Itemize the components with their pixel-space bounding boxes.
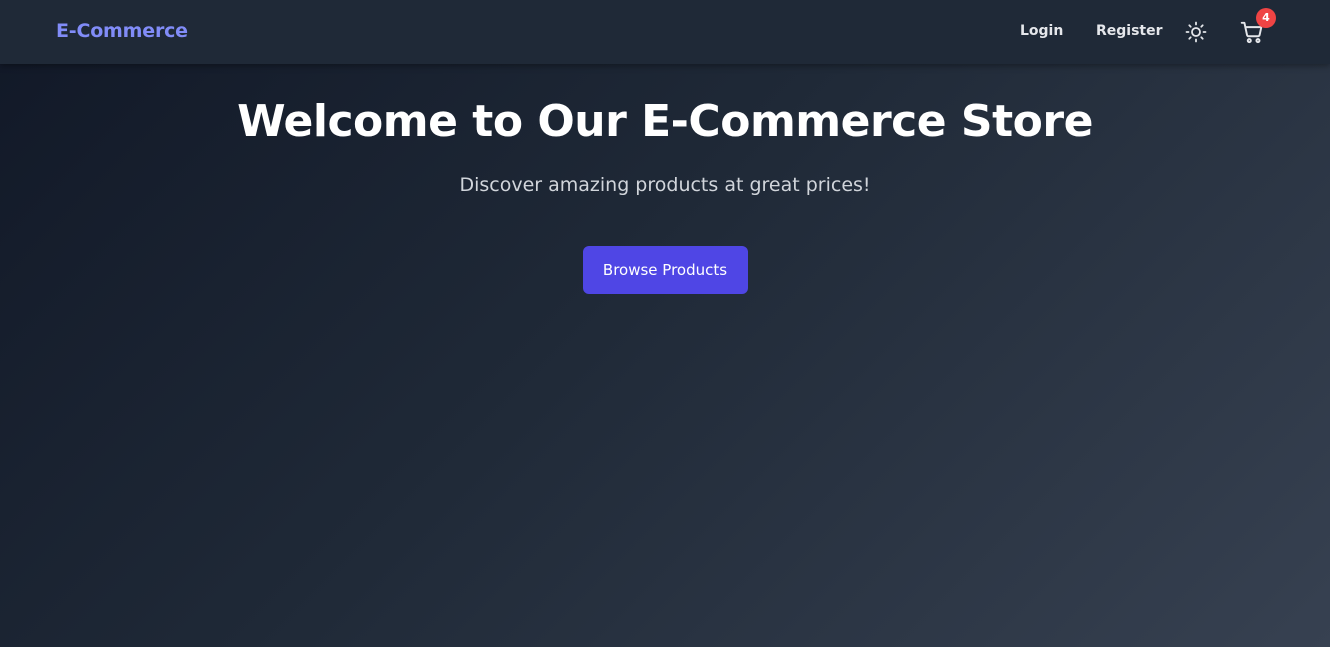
hero-section: Welcome to Our E-Commerce Store Discover…: [0, 64, 1330, 294]
login-link[interactable]: Login: [1020, 23, 1063, 39]
page: E-Commerce Login Register 4 Welcome to O…: [0, 0, 1330, 647]
hero-title: Welcome to Our E-Commerce Store: [237, 96, 1093, 147]
brand-logo[interactable]: E-Commerce: [56, 20, 188, 42]
navbar: E-Commerce Login Register 4: [0, 0, 1330, 64]
browse-products-button[interactable]: Browse Products: [582, 246, 748, 294]
register-link[interactable]: Register: [1096, 23, 1163, 39]
cart-count-badge: 4: [1256, 8, 1276, 28]
hero-subtitle: Discover amazing products at great price…: [459, 174, 871, 196]
sun-icon: [1185, 21, 1207, 43]
theme-toggle-button[interactable]: [1184, 20, 1208, 44]
